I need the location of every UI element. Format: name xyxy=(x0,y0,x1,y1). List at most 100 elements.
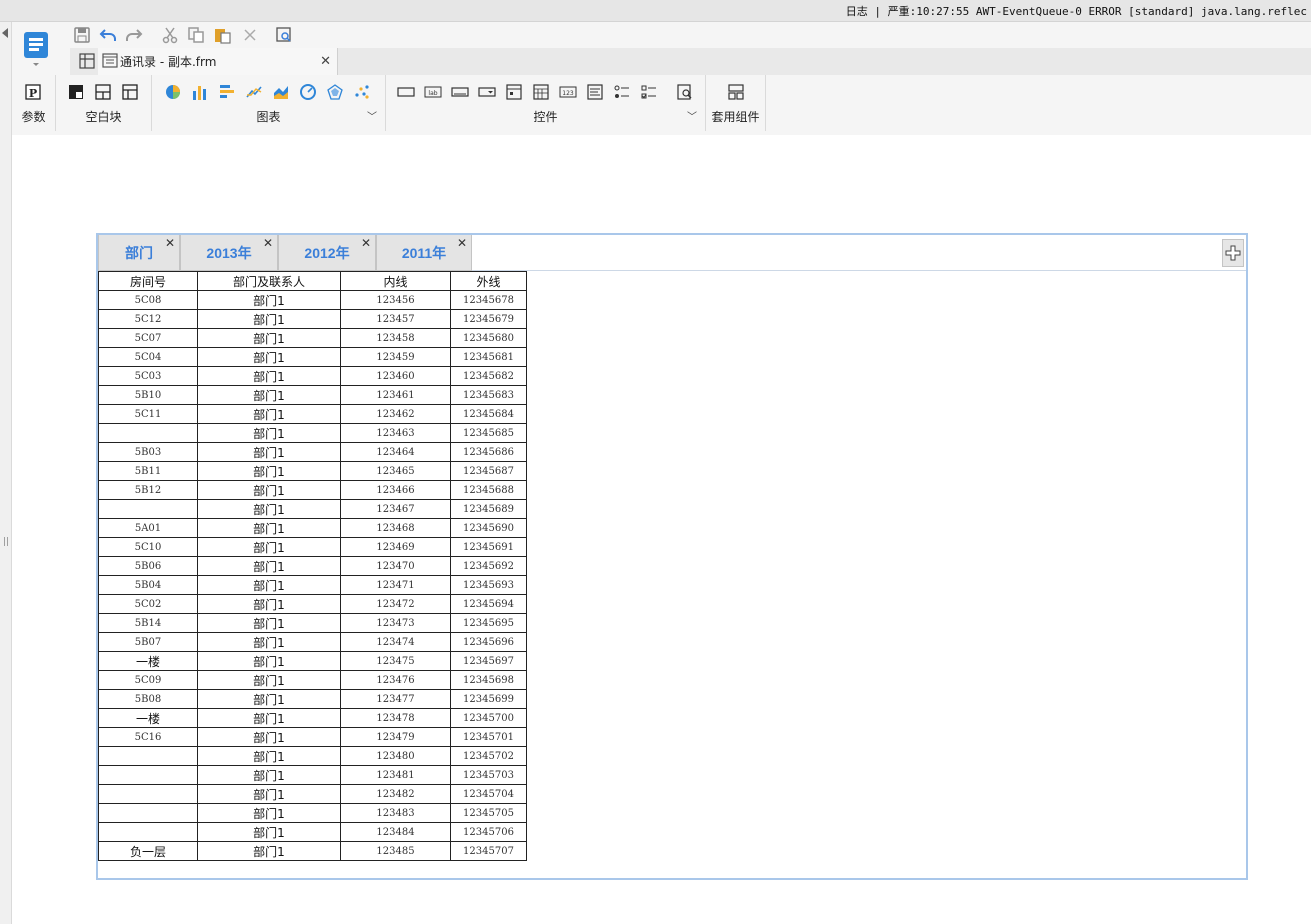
cell-external[interactable]: 12345693 xyxy=(450,575,527,595)
cell-department[interactable]: 部门1 xyxy=(197,727,341,747)
cell-internal[interactable]: 123466 xyxy=(340,480,451,500)
cell-room[interactable]: 5B06 xyxy=(98,556,198,576)
add-tab-icon[interactable] xyxy=(1222,239,1244,267)
redo-icon[interactable] xyxy=(124,25,144,45)
chevron-down-icon[interactable]: ﹀ xyxy=(367,108,377,123)
column-header-room[interactable]: 房间号 xyxy=(98,271,198,291)
cell-internal[interactable]: 123459 xyxy=(340,347,451,367)
absolute-block-icon[interactable] xyxy=(67,83,85,101)
cell-department[interactable]: 部门1 xyxy=(197,803,341,823)
report-table[interactable]: 房间号 部门及联系人 内线 外线 5C08 部门1 123456 12345678 5C… xyxy=(98,271,527,861)
cell-internal[interactable]: 123471 xyxy=(340,575,451,595)
cell-internal[interactable]: 123476 xyxy=(340,670,451,690)
cell-room[interactable]: 5C16 xyxy=(98,727,198,747)
label-widget-icon[interactable]: lab xyxy=(424,83,442,101)
cell-room[interactable]: 5C08 xyxy=(98,290,198,310)
cell-internal[interactable]: 123480 xyxy=(340,746,451,766)
undo-icon[interactable] xyxy=(98,25,118,45)
close-icon[interactable]: ✕ xyxy=(361,236,371,250)
cell-internal[interactable]: 123484 xyxy=(340,822,451,842)
column-header-department[interactable]: 部门及联系人 xyxy=(197,271,341,291)
tab-2011[interactable]: 2011年 ✕ xyxy=(376,235,472,271)
cell-internal[interactable]: 123464 xyxy=(340,442,451,462)
cell-external[interactable]: 12345705 xyxy=(450,803,527,823)
splitter-grip-icon[interactable]: || xyxy=(3,537,9,547)
cell-external[interactable]: 12345682 xyxy=(450,366,527,386)
cell-internal[interactable]: 123481 xyxy=(340,765,451,785)
checkbox-group-widget-icon[interactable] xyxy=(640,83,658,101)
text-field-widget-icon[interactable] xyxy=(451,83,469,101)
cell-department[interactable]: 部门1 xyxy=(197,347,341,367)
cell-external[interactable]: 12345684 xyxy=(450,404,527,424)
cell-department[interactable]: 部门1 xyxy=(197,689,341,709)
cell-room[interactable]: 5C03 xyxy=(98,366,198,386)
cell-external[interactable]: 12345686 xyxy=(450,442,527,462)
cell-external[interactable]: 12345704 xyxy=(450,784,527,804)
cell-external[interactable]: 12345690 xyxy=(450,518,527,538)
cell-room[interactable]: 一楼 xyxy=(98,651,198,671)
tab-department[interactable]: 部门 ✕ xyxy=(98,235,180,271)
cell-external[interactable]: 12345695 xyxy=(450,613,527,633)
gauge-chart-icon[interactable] xyxy=(299,83,317,101)
cut-icon[interactable] xyxy=(160,25,180,45)
cell-department[interactable]: 部门1 xyxy=(197,784,341,804)
cell-internal[interactable]: 123461 xyxy=(340,385,451,405)
cell-external[interactable]: 12345689 xyxy=(450,499,527,519)
preview-icon[interactable] xyxy=(274,25,294,45)
cell-department[interactable]: 部门1 xyxy=(197,613,341,633)
cell-room[interactable]: 5B14 xyxy=(98,613,198,633)
date-widget-icon[interactable] xyxy=(505,83,523,101)
cell-external[interactable]: 12345701 xyxy=(450,727,527,747)
cell-department[interactable]: 部门1 xyxy=(197,404,341,424)
combo-box-widget-icon[interactable] xyxy=(478,83,496,101)
table-block-icon[interactable] xyxy=(121,83,139,101)
cell-external[interactable]: 12345685 xyxy=(450,423,527,443)
cell-internal[interactable]: 123470 xyxy=(340,556,451,576)
cell-department[interactable]: 部门1 xyxy=(197,708,341,728)
cell-external[interactable]: 12345707 xyxy=(450,841,527,861)
tab-2013[interactable]: 2013年 ✕ xyxy=(180,235,278,271)
cell-room[interactable]: 5C10 xyxy=(98,537,198,557)
chevron-down-icon[interactable]: ﹀ xyxy=(687,108,697,123)
cell-external[interactable]: 12345706 xyxy=(450,822,527,842)
cell-external[interactable]: 12345703 xyxy=(450,765,527,785)
cell-internal[interactable]: 123468 xyxy=(340,518,451,538)
cell-external[interactable]: 12345688 xyxy=(450,480,527,500)
cell-department[interactable]: 部门1 xyxy=(197,461,341,481)
cell-department[interactable]: 部门1 xyxy=(197,765,341,785)
cell-room[interactable] xyxy=(98,822,198,842)
cell-room[interactable]: 5C09 xyxy=(98,670,198,690)
cell-internal[interactable]: 123474 xyxy=(340,632,451,652)
cell-room[interactable] xyxy=(98,746,198,766)
cell-room[interactable] xyxy=(98,765,198,785)
collapse-arrow-icon[interactable] xyxy=(2,28,8,38)
cell-room[interactable]: 5B03 xyxy=(98,442,198,462)
cell-department[interactable]: 部门1 xyxy=(197,537,341,557)
param-icon[interactable]: P xyxy=(24,83,42,101)
query-widget-icon[interactable] xyxy=(676,83,694,101)
cell-external[interactable]: 12345698 xyxy=(450,670,527,690)
radio-group-widget-icon[interactable] xyxy=(613,83,631,101)
cell-room[interactable]: 5B12 xyxy=(98,480,198,500)
cell-internal[interactable]: 123462 xyxy=(340,404,451,424)
cell-department[interactable]: 部门1 xyxy=(197,556,341,576)
left-collapse-strip[interactable]: || xyxy=(0,22,12,924)
file-tab[interactable]: 通讯录 - 副本.frm ✕ xyxy=(98,48,338,75)
copy-icon[interactable] xyxy=(186,25,206,45)
cell-department[interactable]: 部门1 xyxy=(197,594,341,614)
area-chart-icon[interactable] xyxy=(272,83,290,101)
cell-room[interactable]: 5C12 xyxy=(98,309,198,329)
cell-internal[interactable]: 123458 xyxy=(340,328,451,348)
cell-department[interactable]: 部门1 xyxy=(197,366,341,386)
cell-internal[interactable]: 123465 xyxy=(340,461,451,481)
cell-room[interactable]: 5B08 xyxy=(98,689,198,709)
template-component-icon[interactable] xyxy=(727,83,745,101)
pie-chart-icon[interactable] xyxy=(164,83,182,101)
close-icon[interactable]: ✕ xyxy=(263,236,273,250)
cell-department[interactable]: 部门1 xyxy=(197,328,341,348)
cell-internal[interactable]: 123479 xyxy=(340,727,451,747)
cell-external[interactable]: 12345699 xyxy=(450,689,527,709)
cell-room[interactable]: 一楼 xyxy=(98,708,198,728)
cell-internal[interactable]: 123472 xyxy=(340,594,451,614)
save-icon[interactable] xyxy=(72,25,92,45)
